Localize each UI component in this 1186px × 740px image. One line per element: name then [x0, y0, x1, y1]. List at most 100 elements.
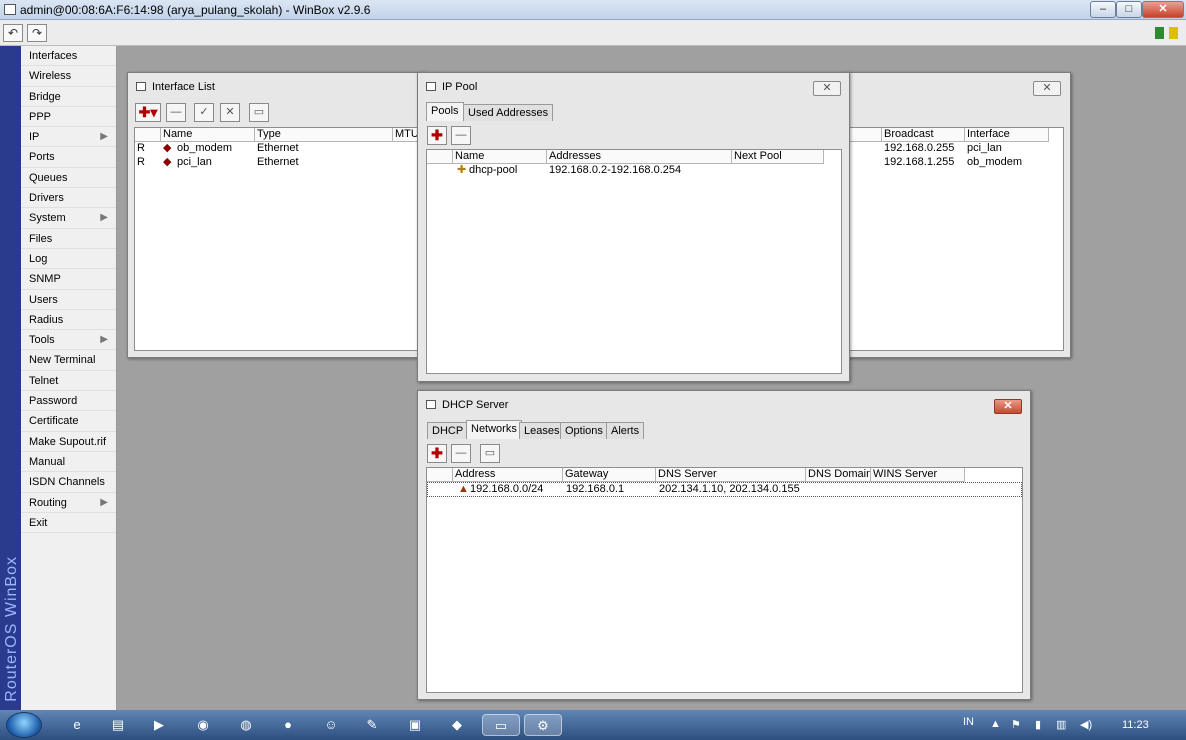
menu-item-isdn-channels[interactable]: ISDN Channels [21, 472, 116, 493]
interface-list-title-bar[interactable]: Interface List [128, 73, 426, 97]
column-header-interface[interactable]: Interface [965, 128, 1049, 142]
hide-passwords-icon [1169, 27, 1178, 39]
remove-button[interactable]: — [451, 126, 471, 145]
messenger-icon[interactable]: ☺ [320, 714, 342, 736]
window-icon [426, 400, 436, 409]
menu-item-make-supout-rif[interactable]: Make Supout.rif [21, 432, 116, 452]
row-interface: ob_modem [967, 156, 1023, 168]
redo-button[interactable]: ↷ [27, 24, 47, 42]
column-header-wins-server[interactable]: WINS Server [871, 468, 965, 482]
menu-item-files[interactable]: Files [21, 229, 116, 249]
menu-item-exit[interactable]: Exit [21, 513, 116, 534]
tool-icon[interactable]: ✎ [361, 714, 383, 736]
comment-button[interactable]: ▭ [480, 444, 500, 463]
tab-used-addresses[interactable]: Used Addresses [463, 104, 554, 121]
column-header-broadcast[interactable]: Broadcast [882, 128, 965, 142]
menu-item-label: Make Supout.rif [29, 435, 107, 448]
menu-item-bridge[interactable]: Bridge [21, 87, 116, 107]
flag-column-header [427, 468, 453, 482]
column-header[interactable] [848, 128, 882, 142]
tab-options[interactable]: Options [560, 422, 608, 439]
tab-networks[interactable]: Networks [466, 420, 522, 439]
menu-item-drivers[interactable]: Drivers [21, 188, 116, 209]
add-button[interactable]: ✚ [427, 126, 447, 145]
disable-button[interactable]: ✕ [220, 103, 240, 122]
menu-item-snmp[interactable]: SNMP [21, 269, 116, 290]
remove-button[interactable]: — [166, 103, 186, 122]
add-button[interactable]: ✚▾ [135, 103, 161, 122]
tab-pools[interactable]: Pools [426, 102, 464, 121]
column-header-name[interactable]: Name [161, 128, 255, 142]
row-wins-server [872, 483, 966, 497]
battery-icon[interactable]: ▮ [1035, 718, 1041, 731]
column-header-dns-domain[interactable]: DNS Domain [806, 468, 871, 482]
row-interface: pci_lan [967, 142, 1002, 154]
menu-item-log[interactable]: Log [21, 249, 116, 270]
dhcp-server-title-bar[interactable]: DHCP Server [418, 391, 1030, 415]
menu-item-interfaces[interactable]: Interfaces [21, 46, 116, 67]
firefox-icon[interactable]: ● [277, 714, 299, 736]
close-window-button[interactable]: ✕ [994, 399, 1022, 414]
ip-pool-title-bar[interactable]: IP Pool [418, 73, 849, 97]
column-header-type[interactable]: Type [255, 128, 393, 142]
column-header-address[interactable]: Address [453, 468, 563, 482]
close-button[interactable]: ✕ [1142, 1, 1184, 18]
ie-icon[interactable]: e [66, 714, 88, 736]
menu-item-radius[interactable]: Radius [21, 310, 116, 331]
chrome-icon[interactable]: ◍ [235, 714, 257, 736]
menu-item-wireless[interactable]: Wireless [21, 66, 116, 87]
tab-alerts[interactable]: Alerts [606, 422, 645, 439]
network-icon[interactable]: ▥ [1056, 718, 1066, 731]
column-header-name[interactable]: Name [453, 150, 547, 164]
menu-item-users[interactable]: Users [21, 290, 116, 310]
menu-item-ports[interactable]: Ports [21, 147, 116, 168]
winbox-window-button[interactable]: ⚙ [524, 714, 562, 736]
menu-item-label: Queues [29, 171, 68, 184]
menu-item-routing[interactable]: Routing ▶ [21, 493, 116, 513]
menu-item-system[interactable]: System ▶ [21, 208, 116, 229]
action-center-icon[interactable]: ⚑ [1011, 718, 1021, 731]
minimize-button[interactable]: – [1090, 1, 1116, 18]
menu-item-certificate[interactable]: Certificate [21, 411, 116, 432]
menu-item-label: PPP [29, 110, 52, 123]
close-window-button[interactable]: ✕ [1033, 81, 1061, 96]
table-row[interactable]: ▲ 192.168.0.0/24 192.168.0.1 202.134.1.1… [427, 482, 1022, 497]
menu-item-label: Radius [29, 313, 64, 326]
menu-item-telnet[interactable]: Telnet [21, 371, 116, 392]
comment-button[interactable]: ▭ [249, 103, 269, 122]
menu-item-label: New Terminal [29, 354, 96, 367]
volume-icon[interactable]: ◀) [1080, 718, 1092, 731]
menu-item-manual[interactable]: Manual [21, 452, 116, 473]
explorer-icon[interactable]: ▤ [107, 714, 129, 736]
row-dns-domain [807, 483, 872, 497]
menu-item-new-terminal[interactable]: New Terminal [21, 350, 116, 371]
window-button[interactable]: ▭ [482, 714, 520, 736]
column-header-next-pool[interactable]: Next Pool [732, 150, 824, 164]
address-table: Broadcast Interface 192.168.0.255 pci_la… [847, 127, 1064, 351]
language-indicator[interactable]: IN [963, 716, 974, 728]
enable-button[interactable]: ✓ [194, 103, 214, 122]
remove-button[interactable]: — [451, 444, 471, 463]
winbox-icon[interactable]: ▣ [404, 714, 426, 736]
menu-item-password[interactable]: Password [21, 391, 116, 412]
menu-item-ip[interactable]: IP ▶ [21, 127, 116, 148]
undo-button[interactable]: ↶ [3, 24, 23, 42]
green-app-icon[interactable]: ◆ [446, 714, 468, 736]
menu-item-tools[interactable]: Tools ▶ [21, 330, 116, 351]
tab-dhcp[interactable]: DHCP [427, 422, 469, 439]
menu-item-queues[interactable]: Queues [21, 168, 116, 189]
menu-item-ppp[interactable]: PPP [21, 107, 116, 128]
menu-item-label: Routing [29, 496, 67, 509]
close-window-button[interactable]: ✕ [813, 81, 841, 96]
column-header-addresses[interactable]: Addresses [547, 150, 732, 164]
app-icon[interactable]: ◉ [192, 714, 214, 736]
tab-leases[interactable]: Leases [519, 422, 565, 439]
clock[interactable]: 11:23 [1122, 719, 1149, 731]
start-button[interactable] [6, 712, 42, 738]
show-hidden-icons[interactable]: ▲ [990, 718, 1001, 730]
column-header-gateway[interactable]: Gateway [563, 468, 656, 482]
media-player-icon[interactable]: ▶ [148, 714, 170, 736]
maximize-button[interactable]: □ [1116, 1, 1142, 18]
column-header-dns-server[interactable]: DNS Server [656, 468, 806, 482]
add-button[interactable]: ✚ [427, 444, 447, 463]
